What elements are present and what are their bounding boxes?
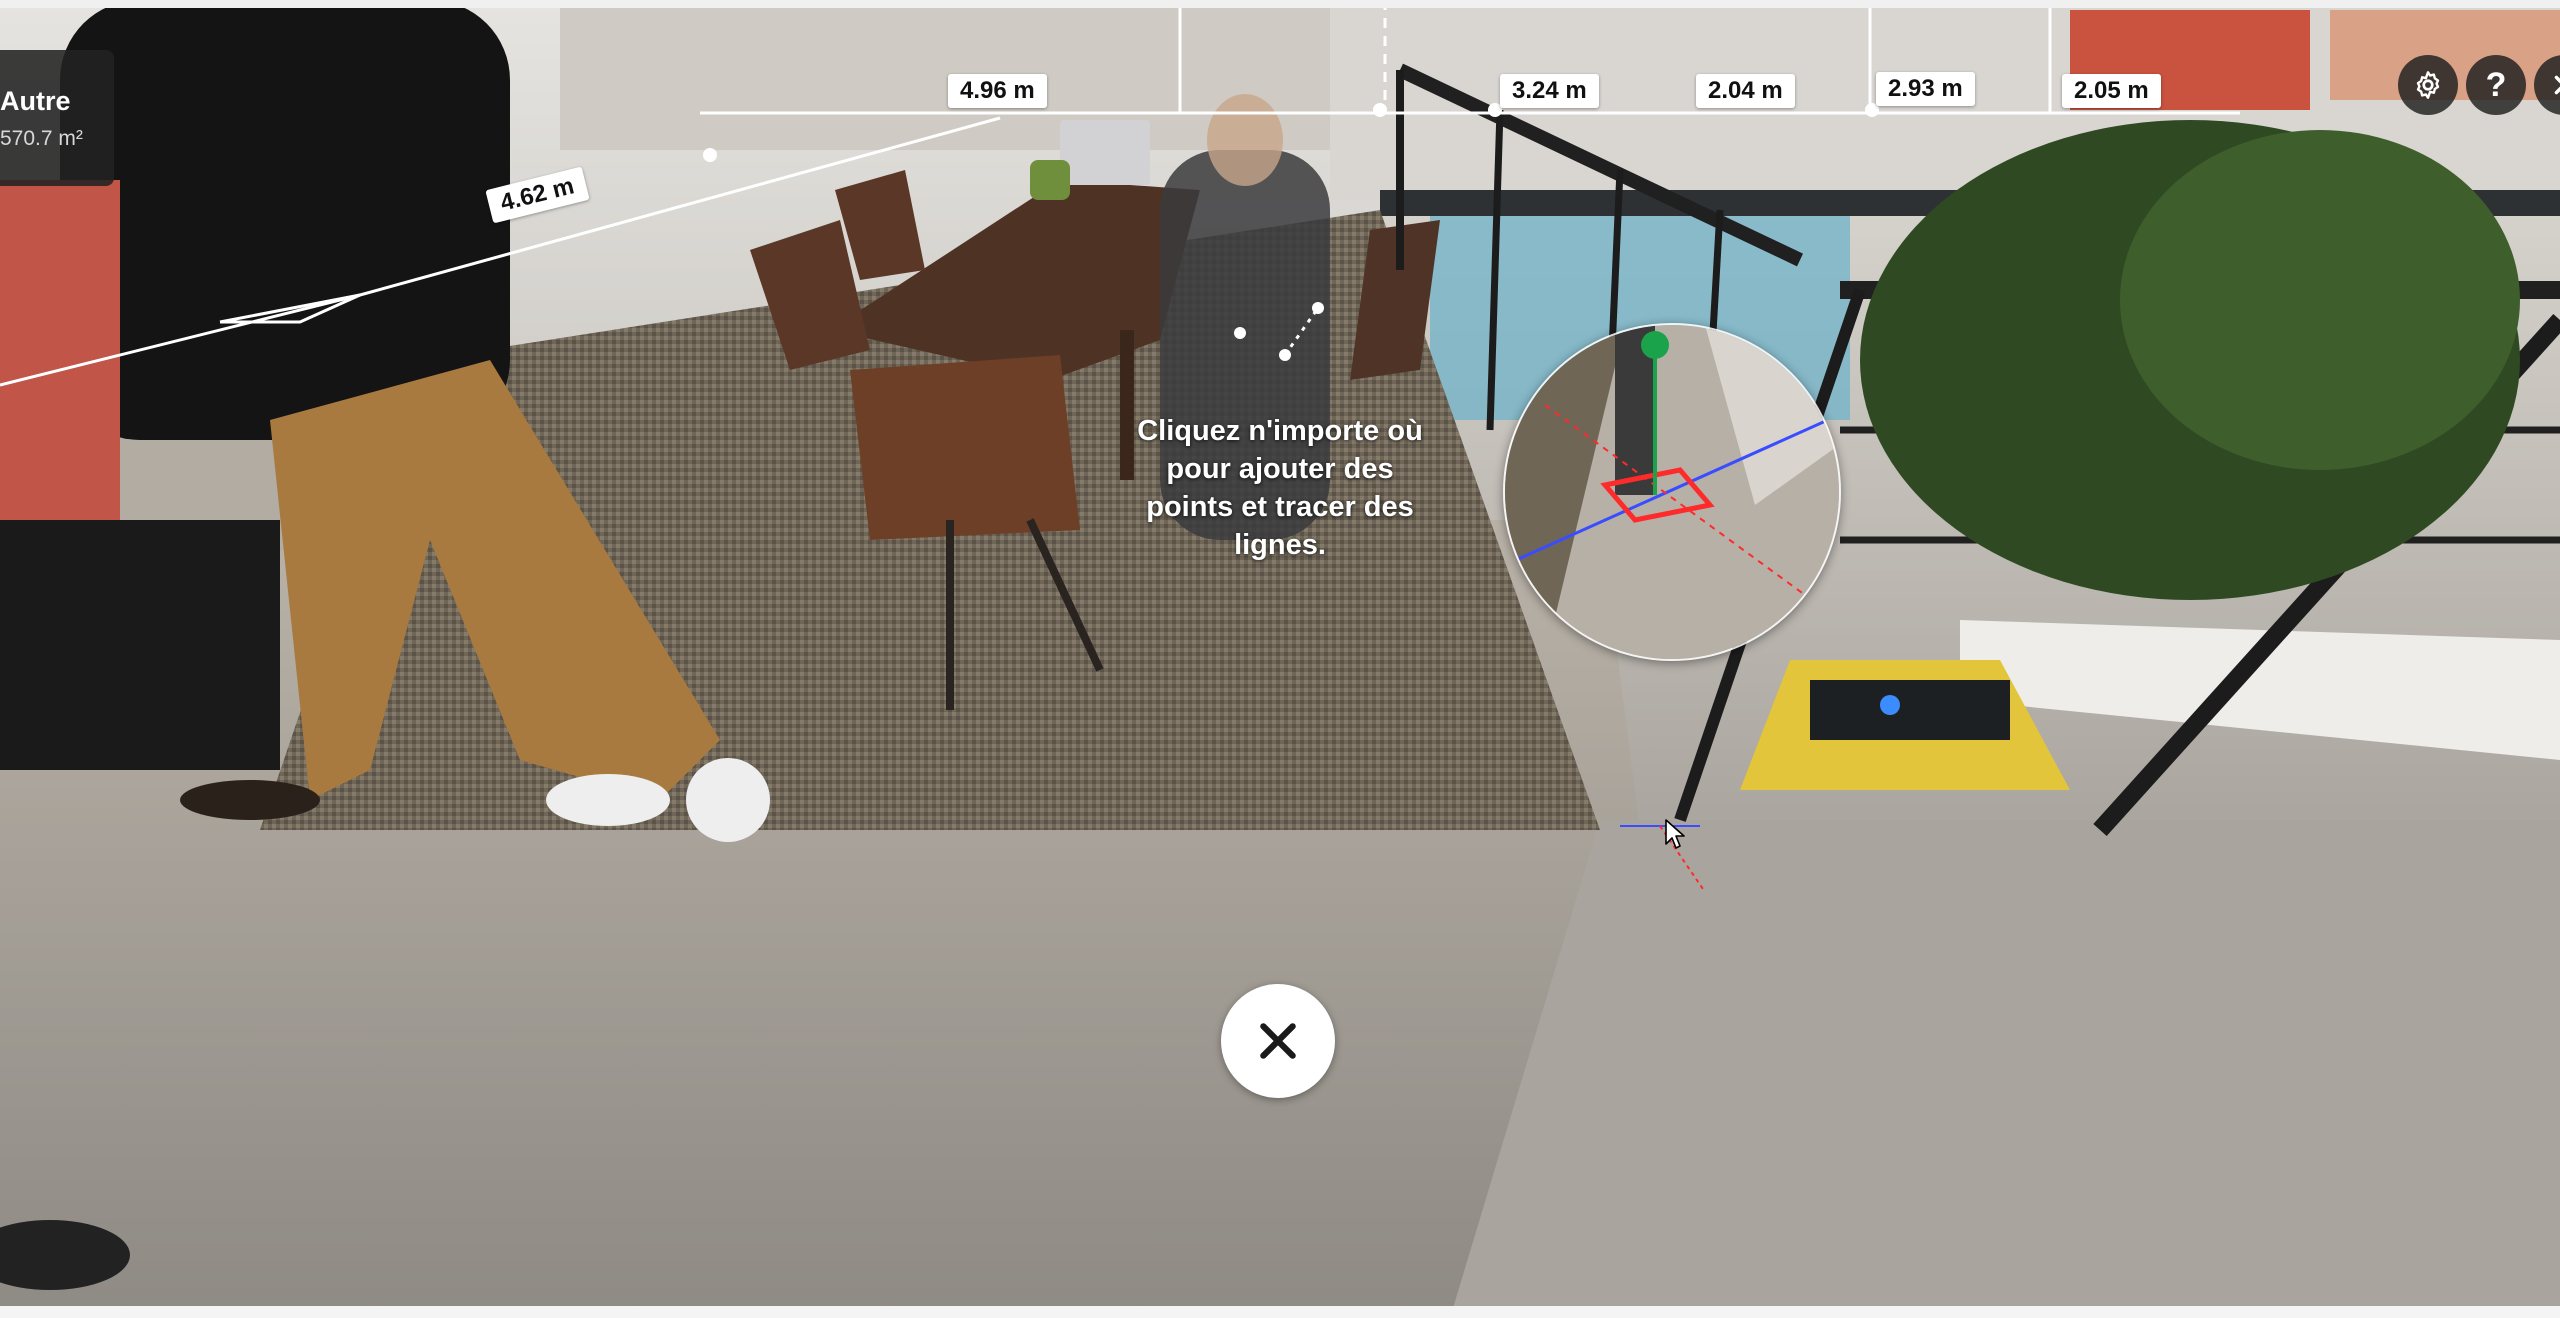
close-measure-button[interactable] [1221,984,1335,1098]
blue-light [1880,695,1900,715]
measure-instruction-line: lignes. [1234,529,1326,561]
measurement-label[interactable]: 2.93 m [1876,72,1975,106]
ledge [1450,820,2560,1318]
settings-button[interactable] [2398,55,2458,115]
shoe-far-left [180,780,320,820]
mouse-cursor-icon [1665,819,1685,849]
help-icon: ? [2485,65,2507,104]
bottom-edge [0,1306,2560,1318]
shoe-left [546,774,670,826]
magnifier-view [1505,325,1839,659]
seated-person-head [1207,94,1283,186]
room-area: 570.7 m² [0,127,83,150]
room-name: Autre [0,86,71,116]
measurement-label[interactable]: 2.04 m [1696,74,1795,108]
chair-3 [850,355,1080,540]
person-far-left-legs [0,520,280,770]
laptop [1060,120,1150,185]
tree-canopy [2120,130,2520,470]
shoe-right [686,758,770,842]
measure-point[interactable] [703,148,717,162]
panorama-scene[interactable] [0,0,2560,1318]
loupe-up-handle [1641,331,1669,359]
top-edge [0,0,2560,8]
planter-soil [1810,680,2010,740]
measurement-label[interactable]: 4.96 m [948,74,1047,108]
measure-instruction-line: points et tracer des [1146,491,1414,523]
room-info-card: Autre 570.7 m² [0,50,114,186]
panorama-viewer[interactable]: 4.62 m 4.96 m 3.24 m 2.04 m 2.93 m 2.05 … [0,0,2560,1318]
magnifier-loupe [1503,323,1841,661]
gear-icon [2416,71,2440,99]
measure-point[interactable] [1373,103,1387,117]
measure-instruction-line: pour ajouter des [1166,453,1394,485]
measurement-label[interactable]: 2.05 m [2062,74,2161,108]
close-icon [2554,75,2560,95]
sample-point [1234,327,1246,339]
close-icon [1260,1023,1296,1059]
measure-instruction: Cliquez n'importe où pour ajouter des po… [1100,412,1460,564]
help-button[interactable]: ? [2466,55,2526,115]
measurement-label[interactable]: 3.24 m [1500,74,1599,108]
plant [1030,160,1070,200]
measure-instruction-line: Cliquez n'importe où [1137,415,1423,447]
